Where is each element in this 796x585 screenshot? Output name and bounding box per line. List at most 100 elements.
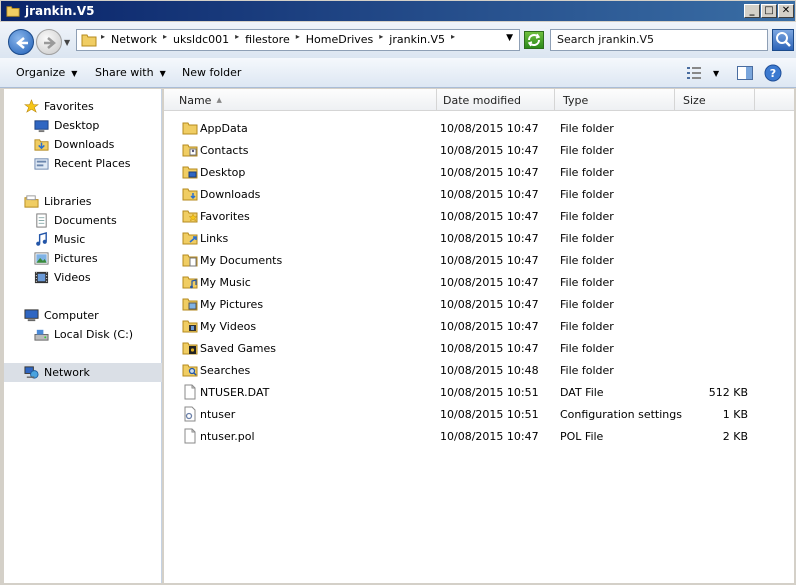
breadcrumb-item[interactable]: Network bbox=[111, 33, 157, 46]
nav-network[interactable]: Network bbox=[4, 363, 162, 382]
address-dropdown[interactable]: ▼ bbox=[506, 33, 513, 43]
file-date-modified: 10/08/2015 10:47 bbox=[440, 320, 539, 333]
file-name: Desktop bbox=[200, 166, 246, 179]
search-input[interactable]: Search jrankin.V5 bbox=[550, 29, 768, 51]
nav-label: Recent Places bbox=[54, 157, 131, 170]
file-row[interactable]: My Documents 10/08/2015 10:47 File folder bbox=[164, 249, 794, 271]
videos-icon bbox=[34, 271, 49, 284]
file-type: File folder bbox=[560, 364, 614, 377]
breadcrumb-item[interactable]: uksldc001 bbox=[173, 33, 229, 46]
share-with-menu[interactable]: Share with ▼ bbox=[95, 66, 166, 79]
title-bar[interactable]: jrankin.V5 _ □ ✕ bbox=[0, 0, 796, 22]
view-options-icon[interactable] bbox=[685, 64, 703, 82]
libraries-icon bbox=[24, 195, 39, 208]
nav-local-disk[interactable]: Local Disk (C:) bbox=[4, 325, 162, 344]
file-date-modified: 10/08/2015 10:47 bbox=[440, 430, 539, 443]
breadcrumb-separator[interactable]: ▸ bbox=[163, 32, 167, 45]
file-date-modified: 10/08/2015 10:51 bbox=[440, 386, 539, 399]
file-row[interactable]: My Pictures 10/08/2015 10:47 File folder bbox=[164, 293, 794, 315]
file-name: My Documents bbox=[200, 254, 283, 267]
file-icon bbox=[184, 428, 196, 444]
file-row[interactable]: Saved Games 10/08/2015 10:47 File folder bbox=[164, 337, 794, 359]
organize-menu[interactable]: Organize ▼ bbox=[16, 66, 77, 79]
breadcrumb-separator[interactable]: ▸ bbox=[379, 32, 383, 45]
nav-pictures[interactable]: Pictures bbox=[4, 249, 162, 268]
nav-favorites[interactable]: Favorites bbox=[4, 97, 162, 116]
nav-videos[interactable]: Videos bbox=[4, 268, 162, 287]
file-row[interactable]: My Videos 10/08/2015 10:47 File folder bbox=[164, 315, 794, 337]
file-list-pane: Name ▲ Date modified Type Size AppData 10/… bbox=[164, 89, 794, 583]
column-header-type[interactable]: Type bbox=[555, 89, 675, 111]
nav-recent-places[interactable]: Recent Places bbox=[4, 154, 162, 173]
breadcrumb-item[interactable]: HomeDrives bbox=[306, 33, 374, 46]
breadcrumb: ▸ Network ▸ uksldc001 ▸ filestore ▸ HomeDrives ▸… bbox=[101, 32, 455, 46]
breadcrumb-separator[interactable]: ▸ bbox=[451, 32, 455, 45]
chevron-down-icon: ▼ bbox=[159, 69, 166, 78]
nav-label: Downloads bbox=[54, 138, 115, 151]
column-header-date[interactable]: Date modified bbox=[435, 89, 555, 111]
breadcrumb-separator[interactable]: ▸ bbox=[101, 32, 105, 45]
file-type: File folder bbox=[560, 210, 614, 223]
network-icon bbox=[24, 366, 39, 379]
file-row[interactable]: Favorites 10/08/2015 10:47 File folder bbox=[164, 205, 794, 227]
search-icon bbox=[776, 32, 791, 47]
refresh-icon bbox=[527, 33, 541, 47]
forward-button[interactable] bbox=[36, 29, 62, 55]
nav-documents[interactable]: Documents bbox=[4, 211, 162, 230]
forward-arrow-icon bbox=[44, 37, 56, 49]
file-row[interactable]: My Music 10/08/2015 10:47 File folder bbox=[164, 271, 794, 293]
nav-computer[interactable]: Computer bbox=[4, 306, 162, 325]
column-header-name[interactable]: Name ▲ bbox=[171, 89, 437, 111]
file-date-modified: 10/08/2015 10:47 bbox=[440, 122, 539, 135]
breadcrumb-item[interactable]: filestore bbox=[245, 33, 290, 46]
help-icon[interactable]: ? bbox=[764, 64, 782, 82]
file-name: Contacts bbox=[200, 144, 249, 157]
music-icon bbox=[36, 232, 47, 246]
file-row[interactable]: Searches 10/08/2015 10:48 File folder bbox=[164, 359, 794, 381]
file-type: File folder bbox=[560, 144, 614, 157]
view-dropdown-icon[interactable]: ▼ bbox=[713, 69, 719, 78]
nav-label: Music bbox=[54, 233, 86, 246]
file-row[interactable]: Links 10/08/2015 10:47 File folder bbox=[164, 227, 794, 249]
nav-music[interactable]: Music bbox=[4, 230, 162, 249]
preview-pane-icon[interactable] bbox=[736, 64, 754, 82]
file-row[interactable]: NTUSER.DAT 10/08/2015 10:51 DAT File 512 KB bbox=[164, 381, 794, 403]
back-button[interactable] bbox=[8, 29, 34, 55]
maximize-button[interactable]: □ bbox=[761, 4, 777, 18]
search-button[interactable] bbox=[772, 29, 794, 51]
nav-downloads[interactable]: Downloads bbox=[4, 135, 162, 154]
file-row[interactable]: AppData 10/08/2015 10:47 File folder bbox=[164, 117, 794, 139]
file-name: Favorites bbox=[200, 210, 250, 223]
close-button[interactable]: ✕ bbox=[778, 4, 794, 18]
refresh-button[interactable] bbox=[524, 31, 544, 49]
breadcrumb-separator[interactable]: ▸ bbox=[235, 32, 239, 45]
config-file-icon bbox=[184, 406, 196, 422]
nav-label: Desktop bbox=[54, 119, 100, 132]
navigation-pane: Favorites Desktop Downloads Recent Place… bbox=[4, 89, 162, 583]
file-name: Downloads bbox=[200, 188, 261, 201]
minimize-button[interactable]: _ bbox=[744, 4, 760, 18]
folder-icon bbox=[81, 34, 97, 47]
new-folder-button[interactable]: New folder bbox=[182, 66, 241, 79]
file-name: My Videos bbox=[200, 320, 257, 333]
breadcrumb-separator[interactable]: ▸ bbox=[296, 32, 300, 45]
file-row[interactable]: ntuser.pol 10/08/2015 10:47 POL File 2 KB bbox=[164, 425, 794, 447]
breadcrumb-item[interactable]: jrankin.V5 bbox=[389, 33, 445, 46]
nav-desktop[interactable]: Desktop bbox=[4, 116, 162, 135]
file-date-modified: 10/08/2015 10:47 bbox=[440, 276, 539, 289]
recent-pages-dropdown[interactable]: ▼ bbox=[64, 38, 70, 47]
documents-icon bbox=[36, 213, 47, 228]
file-row[interactable]: Downloads 10/08/2015 10:47 File folder bbox=[164, 183, 794, 205]
file-row[interactable]: Desktop 10/08/2015 10:47 File folder bbox=[164, 161, 794, 183]
file-type: Configuration settings bbox=[560, 408, 682, 421]
computer-icon bbox=[24, 309, 39, 322]
column-header-size[interactable]: Size bbox=[675, 89, 755, 111]
file-row[interactable]: ntuser 10/08/2015 10:51 Configuration sett… bbox=[164, 403, 794, 425]
address-bar[interactable]: ▸ Network ▸ uksldc001 ▸ filestore ▸ HomeDrives ▸… bbox=[76, 29, 520, 51]
file-type: File folder bbox=[560, 122, 614, 135]
file-type: POL File bbox=[560, 430, 604, 443]
nav-libraries[interactable]: Libraries bbox=[4, 192, 162, 211]
nav-label: Videos bbox=[54, 271, 91, 284]
file-row[interactable]: Contacts 10/08/2015 10:47 File folder bbox=[164, 139, 794, 161]
file-type: File folder bbox=[560, 298, 614, 311]
